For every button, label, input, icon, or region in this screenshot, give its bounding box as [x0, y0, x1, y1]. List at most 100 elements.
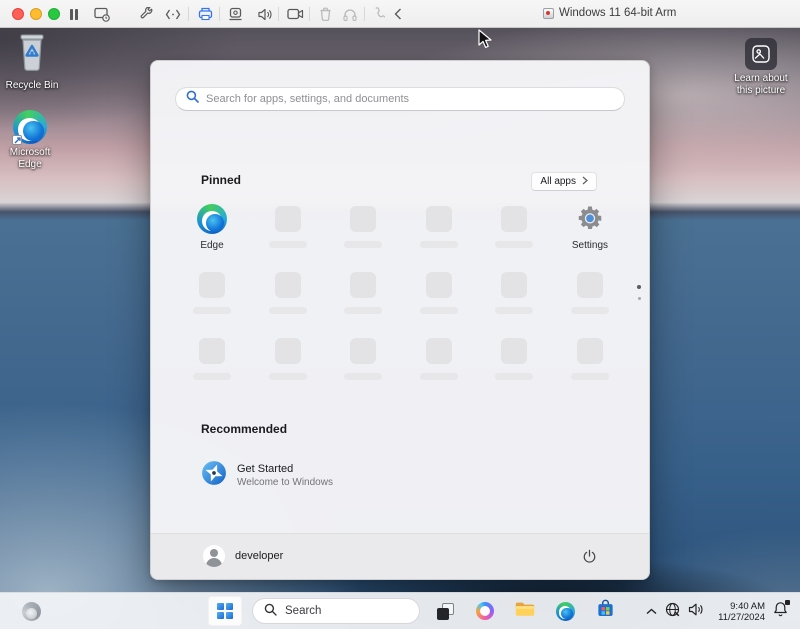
- toolbar-separator: [364, 7, 365, 21]
- username: developer: [235, 550, 283, 562]
- speaker-icon: [688, 603, 704, 621]
- toolbar-separator: [188, 7, 189, 21]
- pinned-app-placeholder: [486, 270, 542, 314]
- system-tray: 9:40 AM 11/27/2024: [642, 593, 800, 629]
- usb-device-icon[interactable]: [226, 5, 244, 23]
- minimize-window-button[interactable]: [30, 8, 42, 20]
- pinned-app-label: Edge: [200, 240, 223, 251]
- tray-chevron-button[interactable]: [642, 597, 661, 626]
- tray-time: 9:40 AM: [718, 601, 765, 612]
- network-button[interactable]: [661, 597, 684, 626]
- desktop-icon-microsoft-edge[interactable]: Microsoft Edge: [0, 110, 66, 171]
- microsoft-store-button[interactable]: [590, 596, 620, 626]
- headphones-icon[interactable]: [341, 5, 359, 23]
- desktop-icon-learn-about-picture[interactable]: Learn about this picture: [725, 38, 797, 97]
- pause-icon[interactable]: [65, 5, 83, 23]
- snapshots-icon[interactable]: [93, 5, 111, 23]
- window-title: Windows 11 64-bit Arm: [559, 7, 676, 19]
- recycle-bin-icon: [14, 32, 50, 77]
- zoom-window-button[interactable]: [48, 8, 60, 20]
- power-button[interactable]: [575, 542, 603, 570]
- microsoft-store-icon: [596, 599, 615, 623]
- desktop-icon-label: Recycle Bin: [6, 80, 59, 92]
- user-avatar: [203, 545, 225, 567]
- chevron-up-icon: [646, 608, 657, 615]
- notification-bell-icon: [773, 601, 788, 622]
- globe-no-internet-icon: [665, 602, 680, 622]
- pinned-app-placeholder: [486, 336, 542, 380]
- vm-window: Windows 11 64-bit Arm Recycle Bin: [0, 0, 800, 629]
- widgets-icon: [22, 602, 41, 621]
- desktop-icon-label: Microsoft Edge: [0, 147, 61, 171]
- toolbar-separator: [219, 7, 220, 21]
- picture-info-icon: [745, 38, 777, 70]
- folder-icon: [515, 600, 535, 622]
- pinned-app-placeholder: [184, 270, 240, 314]
- chevron-right-icon: [582, 176, 588, 188]
- taskbar-search[interactable]: Search: [252, 598, 420, 624]
- pinned-app-label: Settings: [572, 240, 608, 251]
- get-started-icon: [201, 460, 227, 491]
- task-view-button[interactable]: [430, 596, 460, 626]
- all-apps-label: All apps: [540, 176, 576, 187]
- start-button[interactable]: [208, 596, 242, 626]
- sound-icon[interactable]: [255, 5, 273, 23]
- edge-icon: [556, 602, 575, 621]
- pinned-app-settings[interactable]: Settings: [562, 204, 618, 251]
- start-menu-footer: developer: [151, 533, 649, 579]
- widgets-button[interactable]: [14, 597, 48, 626]
- task-view-icon: [437, 603, 454, 620]
- recommended-item-title: Get Started: [237, 463, 333, 475]
- recommended-item-get-started[interactable]: Get Started Welcome to Windows: [195, 453, 415, 497]
- desktop-icon-label: Learn about this picture: [729, 73, 793, 97]
- all-apps-button[interactable]: All apps: [531, 172, 597, 191]
- taskbar-center: Search: [208, 596, 620, 626]
- pinned-app-placeholder: [335, 204, 391, 251]
- notification-badge: [785, 600, 790, 605]
- start-menu: Pinned All apps Edge: [150, 60, 650, 580]
- desktop-icon-recycle-bin[interactable]: Recycle Bin: [0, 32, 68, 92]
- pinned-app-placeholder: [260, 336, 316, 380]
- edge-icon: [13, 110, 47, 144]
- taskbar: Search: [0, 592, 800, 629]
- windows-logo-icon: [217, 603, 233, 619]
- edge-button[interactable]: [550, 596, 580, 626]
- search-icon: [264, 603, 277, 619]
- code-brackets-icon[interactable]: [164, 5, 182, 23]
- toolbar-separator: [278, 7, 279, 21]
- pinned-app-placeholder: [335, 270, 391, 314]
- removable-disk-icon[interactable]: [316, 5, 334, 23]
- toolbar-separator: [309, 7, 310, 21]
- shortcut-arrow-icon: [12, 135, 22, 145]
- camera-icon[interactable]: [286, 5, 304, 23]
- clock-button[interactable]: 9:40 AM 11/27/2024: [708, 597, 769, 626]
- search-icon: [186, 90, 199, 108]
- file-explorer-button[interactable]: [510, 596, 540, 626]
- pinned-app-edge[interactable]: Edge: [184, 204, 240, 251]
- mouse-cursor: [478, 29, 494, 56]
- pinned-app-placeholder: [260, 204, 316, 251]
- pinned-app-placeholder: [562, 270, 618, 314]
- phone-icon[interactable]: [370, 5, 388, 23]
- notifications-button[interactable]: [769, 597, 792, 626]
- tray-date: 11/27/2024: [718, 612, 765, 623]
- pinned-app-placeholder: [411, 336, 467, 380]
- pinned-section-title: Pinned: [201, 173, 241, 187]
- user-profile-button[interactable]: developer: [203, 545, 283, 567]
- vm-app-icon: [543, 8, 554, 19]
- wrench-icon[interactable]: [138, 5, 156, 23]
- copilot-button[interactable]: [470, 596, 500, 626]
- pinned-app-placeholder: [184, 336, 240, 380]
- pinned-app-placeholder: [562, 336, 618, 380]
- titlebar: Windows 11 64-bit Arm: [0, 0, 800, 28]
- recommended-section-title: Recommended: [201, 422, 287, 436]
- close-window-button[interactable]: [12, 8, 24, 20]
- start-search-box[interactable]: [175, 87, 625, 111]
- volume-button[interactable]: [684, 597, 708, 626]
- start-pagination-dots[interactable]: [637, 285, 641, 300]
- gear-icon: [575, 204, 605, 234]
- recommended-item-subtitle: Welcome to Windows: [237, 477, 333, 488]
- search-input[interactable]: [206, 93, 614, 105]
- collapse-toolbar-icon[interactable]: [389, 5, 407, 23]
- printer-icon[interactable]: [196, 5, 214, 23]
